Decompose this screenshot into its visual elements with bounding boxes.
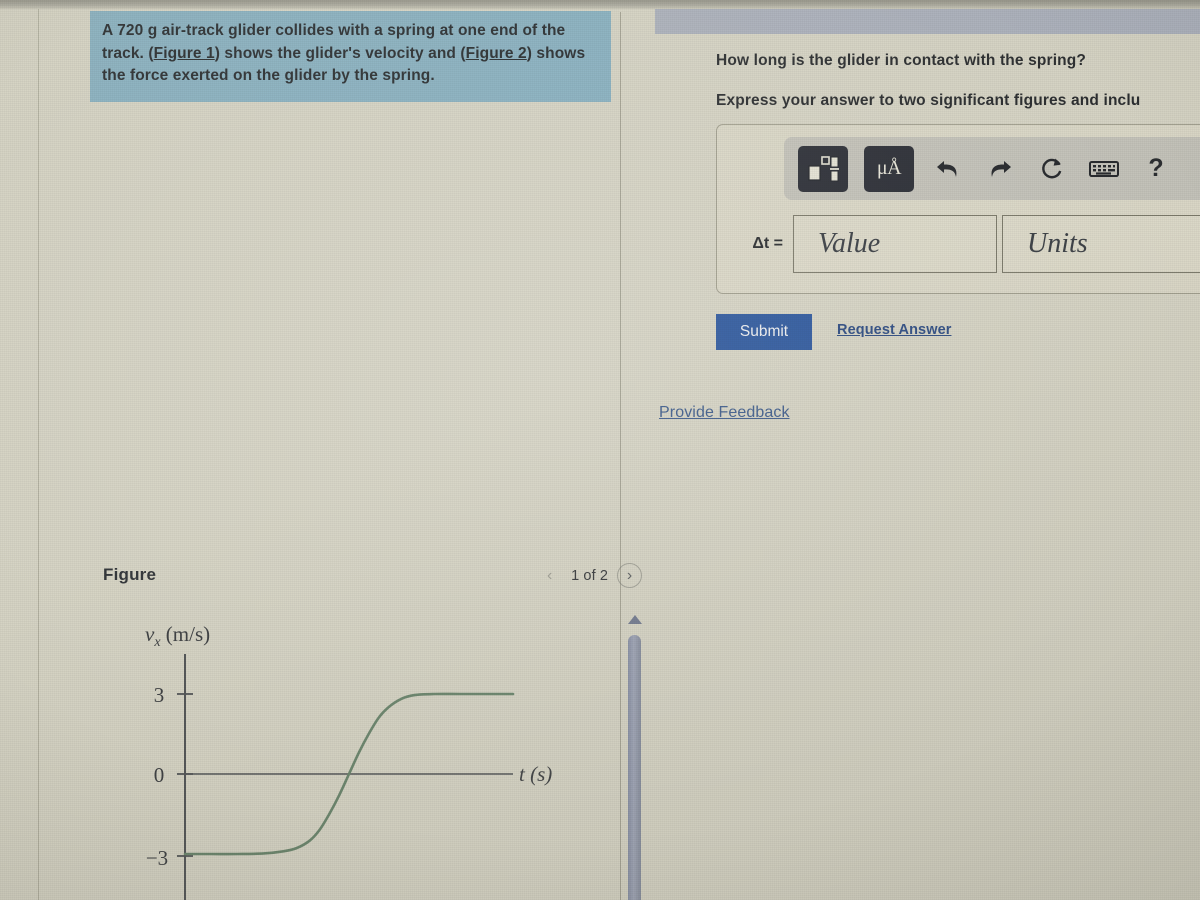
undo-arrow-glyph (937, 160, 957, 177)
problem-text-part-2: ) shows the glider's velocity and ( (214, 44, 466, 62)
chart-ytick-label-3: 3 (154, 683, 165, 707)
figure-2-link[interactable]: Figure 2 (466, 45, 527, 62)
figure-header: Figure ‹ 1 of 2 › (103, 557, 648, 599)
units-input[interactable]: Units (1002, 215, 1200, 273)
math-toolbar: μÅ ? (784, 137, 1200, 200)
undo-arrow-icon[interactable] (930, 149, 966, 189)
chart-xlabel: t (s) (519, 762, 552, 786)
units-icon-label: μÅ (876, 157, 902, 179)
question-prompt: How long is the glider in contact with t… (716, 52, 1087, 69)
reset-circular-arrow-icon[interactable] (1034, 149, 1070, 189)
question-mark-icon[interactable]: ? (1138, 149, 1174, 189)
submit-button[interactable]: Submit (716, 314, 812, 350)
keyboard-icon[interactable] (1086, 149, 1122, 189)
chart-ylabel: vx (m/s) (145, 622, 210, 650)
chart-ytick-label-m3: −3 (146, 846, 168, 870)
value-input[interactable]: Value (793, 215, 997, 273)
redo-arrow-glyph (991, 160, 1011, 177)
chart-ytick-label-0: 0 (154, 763, 165, 787)
figure-page-count: 1 of 2 (571, 567, 608, 584)
keyboard-glyph (1089, 160, 1119, 177)
chevron-left-icon[interactable]: ‹ (537, 563, 562, 588)
screen-top-band (0, 0, 1200, 9)
math-template-icon[interactable] (798, 145, 848, 192)
redo-arrow-icon[interactable] (982, 149, 1018, 189)
figure-title: Figure (103, 565, 157, 584)
left-vertical-rule (38, 9, 39, 900)
problem-pane: A 720 g air-track glider collides with a… (40, 9, 642, 900)
reset-arrow-glyph (1042, 158, 1062, 178)
figure-body: vx (m/s) t (s) 3 0 −3 (103, 609, 648, 900)
answer-instruction: Express your answer to two significant f… (716, 92, 1141, 109)
answer-entry-card: μÅ ? Δt = Value Units (716, 124, 1200, 294)
help-glyph: ? (1148, 154, 1164, 182)
answer-pane: How long is the glider in contact with t… (621, 9, 1200, 900)
answer-input-row: Δt = Value Units (731, 215, 1200, 273)
velocity-time-chart: vx (m/s) t (s) 3 0 −3 (103, 609, 623, 900)
problem-statement: A 720 g air-track glider collides with a… (90, 11, 611, 102)
chart-svg: vx (m/s) t (s) 3 0 −3 (145, 622, 552, 900)
provide-feedback-link[interactable]: Provide Feedback (659, 404, 790, 422)
answer-symbol-label: Δt = (752, 235, 783, 252)
request-answer-link[interactable]: Request Answer (837, 322, 951, 338)
figure-1-link[interactable]: Figure 1 (154, 45, 215, 62)
math-template-glyph (808, 155, 839, 181)
units-icon[interactable]: μÅ (864, 145, 914, 192)
